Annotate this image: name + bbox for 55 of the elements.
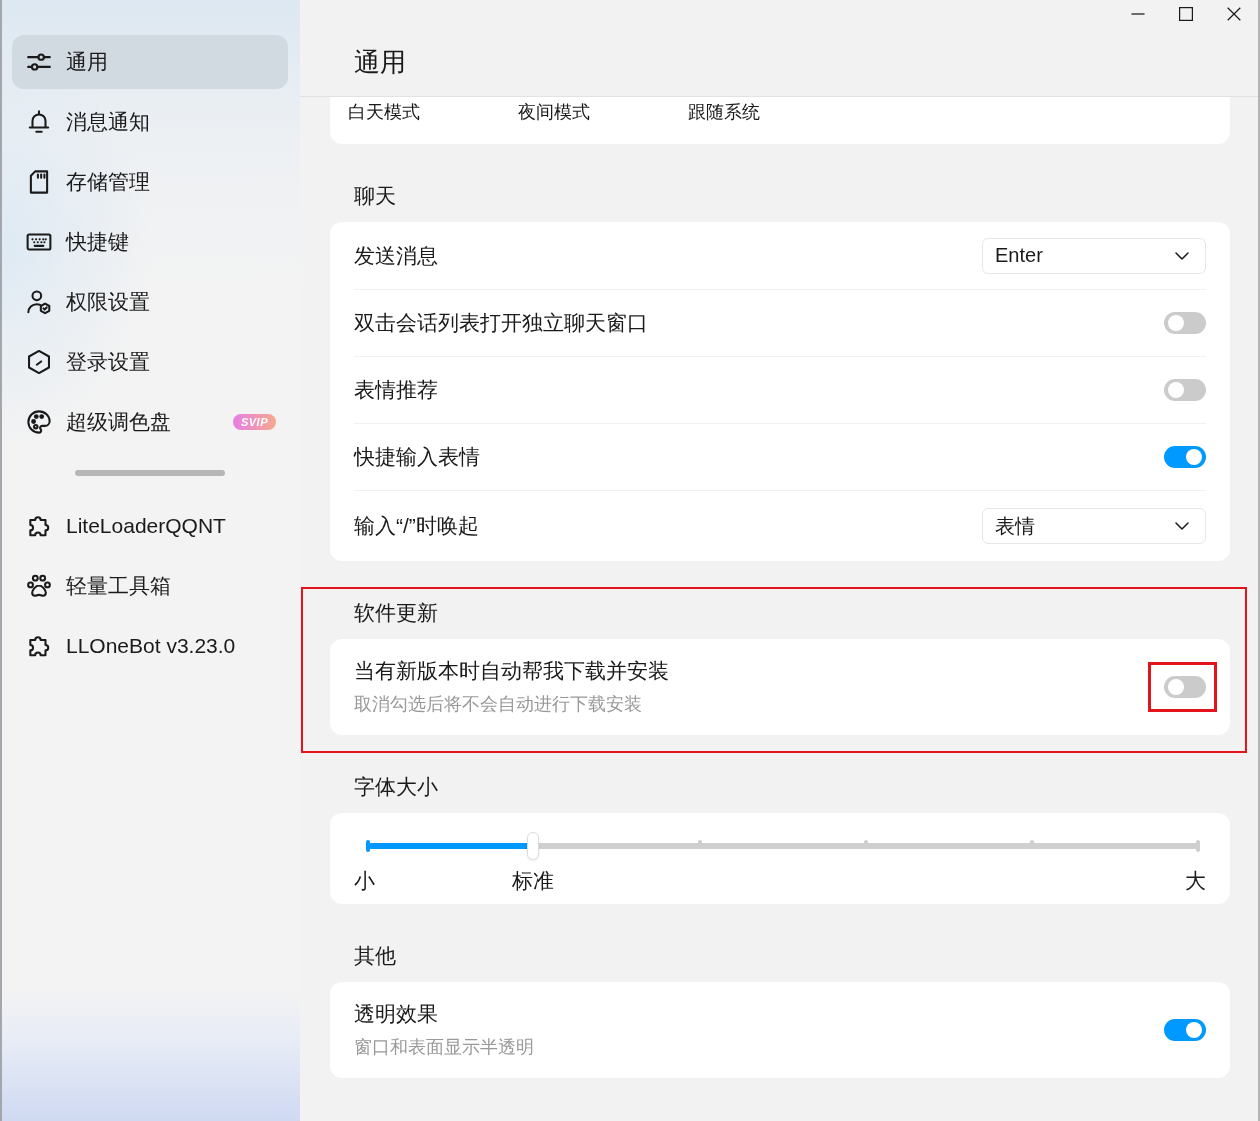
puzzle-piece-icon [26,633,52,659]
palette-icon [26,409,52,435]
sidebar-item[interactable]: 存储管理 [12,155,288,209]
section-title: 其他 [354,943,396,969]
sidebar-item[interactable]: 登录设置 [12,335,288,389]
sidebar-item[interactable]: 超级调色盘 SVIP [12,395,288,449]
sidebar-item[interactable]: LiteLoaderQQNT [12,499,288,553]
setting-label: 输入“/”时唤起 [354,513,479,539]
setting-label: 当有新版本时自动帮我下载并安装 [354,658,669,684]
slider-label: 小 [354,868,375,894]
slider-label: 标准 [511,868,554,894]
close-icon[interactable] [1227,7,1241,21]
setting-label: 双击会话列表打开独立聊天窗口 [354,310,648,336]
step-mark-icon [698,840,702,845]
setting-label: 快捷输入表情 [354,444,480,470]
toggle-switch[interactable] [1164,1018,1206,1041]
sidebar-item[interactable]: 轻量工具箱 [12,559,288,613]
setting-label: 发送消息 [354,242,438,269]
puzzle-piece-icon [26,513,52,539]
slider-label: 大 [1185,868,1206,894]
bell-icon [26,109,52,135]
setting-label: 透明效果 [354,1001,438,1027]
dropdown[interactable]: 表情 [982,508,1206,544]
track-end-icon [1196,840,1200,852]
section-title: 字体大小 [354,774,438,800]
slider-thumb[interactable] [526,832,539,860]
theme-option[interactable]: 跟随系统 [688,100,760,124]
paw-icon [26,573,52,599]
vip-badge: SVIP [232,414,276,430]
sidebar-item[interactable]: 消息通知 [12,95,288,149]
chevron-down-icon [1175,251,1189,260]
sidebar-item[interactable]: 通用 [12,35,288,89]
section-title: 软件更新 [354,600,438,626]
theme-option[interactable]: 白天模式 [348,100,420,124]
toggle-switch[interactable] [1164,312,1206,334]
step-mark-icon [864,840,868,845]
setting-label: 表情推荐 [354,377,438,403]
sidebar-item[interactable]: LLOneBot v3.23.0 [12,619,288,673]
theme-option[interactable]: 夜间模式 [518,100,590,124]
hexagon-icon [26,349,52,375]
maximize-icon[interactable] [1179,7,1193,21]
sidebar-item[interactable]: 权限设置 [12,275,288,329]
dropdown[interactable]: Enter [982,237,1206,274]
chevron-down-icon [1175,522,1189,530]
toggle-switch[interactable] [1164,379,1206,401]
user-shield-icon [26,289,52,315]
track-end-icon [366,840,370,852]
sidebar-item[interactable]: 快捷键 [12,215,288,269]
setting-description: 取消勾选后将不会自动进行下载安装 [354,693,642,716]
step-mark-icon [1030,840,1034,845]
page-title: 通用 [354,46,406,79]
toggle-switch[interactable] [1164,446,1206,468]
section-title: 聊天 [354,183,396,209]
toggle-switch[interactable] [1164,675,1206,698]
setting-description: 窗口和表面显示半透明 [354,1036,534,1059]
